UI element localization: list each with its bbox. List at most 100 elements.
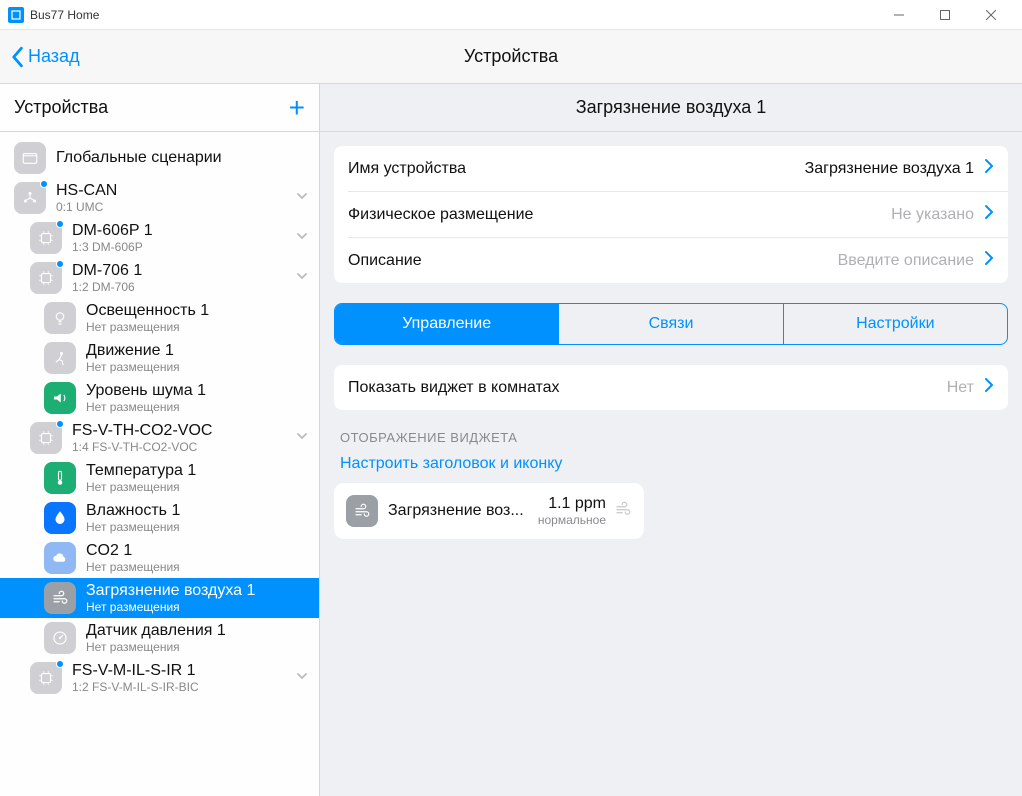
show-widget-row[interactable]: Показать виджет в комнатах Нет — [334, 365, 1008, 410]
device-properties-card: Имя устройства Загрязнение воздуха 1 Физ… — [334, 146, 1008, 283]
tree-item-global-scenarios[interactable]: Глобальные сценарии — [0, 138, 319, 178]
tree-item-fsvthco2voc[interactable]: FS-V-TH-CO2-VOC1:4 FS-V-TH-CO2-VOC — [0, 418, 319, 458]
tree-item-sub: 1:2 DM-706 — [72, 280, 142, 294]
chevron-down-icon — [295, 229, 309, 248]
tree-item-fsvmilsir[interactable]: FS-V-M-IL-S-IR 11:2 FS-V-M-IL-S-IR-BIC — [0, 658, 319, 698]
field-placeholder: Введите описание — [838, 252, 974, 270]
tree-item-dm606p[interactable]: DM-606P 11:3 DM-606P — [0, 218, 319, 258]
tree-item-label: FS-V-TH-CO2-VOC — [72, 422, 212, 440]
chevron-down-icon — [295, 189, 309, 208]
chevron-down-icon — [295, 669, 309, 688]
status-dot-icon — [56, 220, 64, 228]
tab-label: Настройки — [856, 315, 934, 333]
field-label: Показать виджет в комнатах — [348, 379, 560, 397]
tree-item-label: HS-CAN — [56, 182, 117, 200]
droplet-icon — [44, 502, 76, 534]
widget-section-label: ОТОБРАЖЕНИЕ ВИДЖЕТА — [340, 430, 1008, 445]
tree-item-label: Влажность 1 — [86, 502, 180, 520]
tree-item-label: CO2 1 — [86, 542, 180, 560]
wind-icon — [614, 500, 632, 523]
tree-item-sub: Нет размещения — [86, 560, 180, 574]
motion-icon — [44, 342, 76, 374]
configure-widget-link[interactable]: Настроить заголовок и иконку — [340, 455, 1008, 473]
tree-item-air-pollution[interactable]: Загрязнение воздуха 1Нет размещения — [0, 578, 319, 618]
tree-item-motion[interactable]: Движение 1Нет размещения — [0, 338, 319, 378]
thermometer-icon — [44, 462, 76, 494]
chip-icon — [30, 222, 62, 254]
tree-item-dm706[interactable]: DM-706 11:2 DM-706 — [0, 258, 319, 298]
tree-item-sub: Нет размещения — [86, 400, 206, 414]
chevron-left-icon — [10, 46, 24, 68]
field-label: Описание — [348, 252, 422, 270]
top-nav: Назад Устройства — [0, 30, 1022, 84]
tree-item-sub: Нет размещения — [86, 360, 180, 374]
wind-icon — [44, 582, 76, 614]
chevron-right-icon — [984, 250, 994, 271]
tree-item-sub: Нет размещения — [86, 600, 255, 614]
tree-item-label: Датчик давления 1 — [86, 622, 226, 640]
add-device-button[interactable]: + — [289, 94, 305, 122]
field-label: Физическое размещение — [348, 206, 533, 224]
detail-title: Загрязнение воздуха 1 — [576, 97, 767, 118]
app-icon — [8, 7, 24, 23]
minimize-button[interactable] — [876, 0, 922, 30]
gauge-icon — [44, 622, 76, 654]
section-segmented: Управление Связи Настройки — [334, 303, 1008, 345]
tree-item-label: Глобальные сценарии — [56, 149, 222, 167]
field-label: Имя устройства — [348, 160, 466, 178]
device-placement-row[interactable]: Физическое размещение Не указано — [348, 191, 1008, 237]
tab-links[interactable]: Связи — [558, 304, 782, 344]
tree-item-pressure[interactable]: Датчик давления 1Нет размещения — [0, 618, 319, 658]
tree-item-label: DM-706 1 — [72, 262, 142, 280]
tree-item-hs-can[interactable]: HS-CAN0:1 UMC — [0, 178, 319, 218]
tree-item-label: Загрязнение воздуха 1 — [86, 582, 255, 600]
tab-label: Управление — [402, 315, 491, 333]
back-button[interactable]: Назад — [10, 46, 80, 68]
tree-item-sub: Нет размещения — [86, 640, 226, 654]
hub-icon — [14, 182, 46, 214]
device-tree: Глобальные сценарии HS-CAN0:1 UMC DM-606… — [0, 132, 319, 796]
status-dot-icon — [40, 180, 48, 188]
tree-item-temperature[interactable]: Температура 1Нет размещения — [0, 458, 319, 498]
widget-title: Загрязнение воз... — [388, 502, 524, 520]
maximize-button[interactable] — [922, 0, 968, 30]
field-placeholder: Не указано — [891, 206, 974, 224]
show-widget-card: Показать виджет в комнатах Нет — [334, 365, 1008, 410]
chevron-down-icon — [295, 429, 309, 448]
cloud-icon — [44, 542, 76, 574]
titlebar: Bus77 Home — [0, 0, 1022, 30]
tree-item-sub: 1:4 FS-V-TH-CO2-VOC — [72, 440, 212, 454]
status-dot-icon — [56, 260, 64, 268]
tab-settings[interactable]: Настройки — [783, 304, 1007, 344]
detail-header: Загрязнение воздуха 1 — [320, 84, 1022, 132]
widget-value: 1.1 ppm — [538, 495, 606, 513]
tree-item-co2[interactable]: CO2 1Нет размещения — [0, 538, 319, 578]
chip-icon — [30, 422, 62, 454]
widget-preview: Загрязнение воз... 1.1 ppm нормальное — [334, 483, 644, 539]
tree-item-humidity[interactable]: Влажность 1Нет размещения — [0, 498, 319, 538]
chevron-right-icon — [984, 377, 994, 398]
tree-item-luminosity[interactable]: Освещенность 1Нет размещения — [0, 298, 319, 338]
tree-item-label: Температура 1 — [86, 462, 196, 480]
tree-item-sub: 0:1 UMC — [56, 200, 117, 214]
close-button[interactable] — [968, 0, 1014, 30]
tree-item-label: Движение 1 — [86, 342, 180, 360]
device-list-panel: Устройства + Глобальные сценарии HS-CAN0… — [0, 84, 320, 796]
page-title: Устройства — [464, 46, 558, 67]
tree-item-label: FS-V-M-IL-S-IR 1 — [72, 662, 199, 680]
tree-item-sub: 1:3 DM-606P — [72, 240, 153, 254]
tree-item-sub: Нет размещения — [86, 320, 209, 334]
tree-item-label: Уровень шума 1 — [86, 382, 206, 400]
chevron-down-icon — [295, 269, 309, 288]
tree-item-noise[interactable]: Уровень шума 1Нет размещения — [0, 378, 319, 418]
tab-control[interactable]: Управление — [335, 304, 558, 344]
device-list-header: Устройства + — [0, 84, 319, 132]
bulb-icon — [44, 302, 76, 334]
detail-panel: Загрязнение воздуха 1 Имя устройства Заг… — [320, 84, 1022, 796]
chevron-right-icon — [984, 158, 994, 179]
sound-icon — [44, 382, 76, 414]
device-name-row[interactable]: Имя устройства Загрязнение воздуха 1 — [334, 146, 1008, 191]
wind-icon — [346, 495, 378, 527]
tree-item-sub: Нет размещения — [86, 520, 180, 534]
device-description-row[interactable]: Описание Введите описание — [348, 237, 1008, 283]
